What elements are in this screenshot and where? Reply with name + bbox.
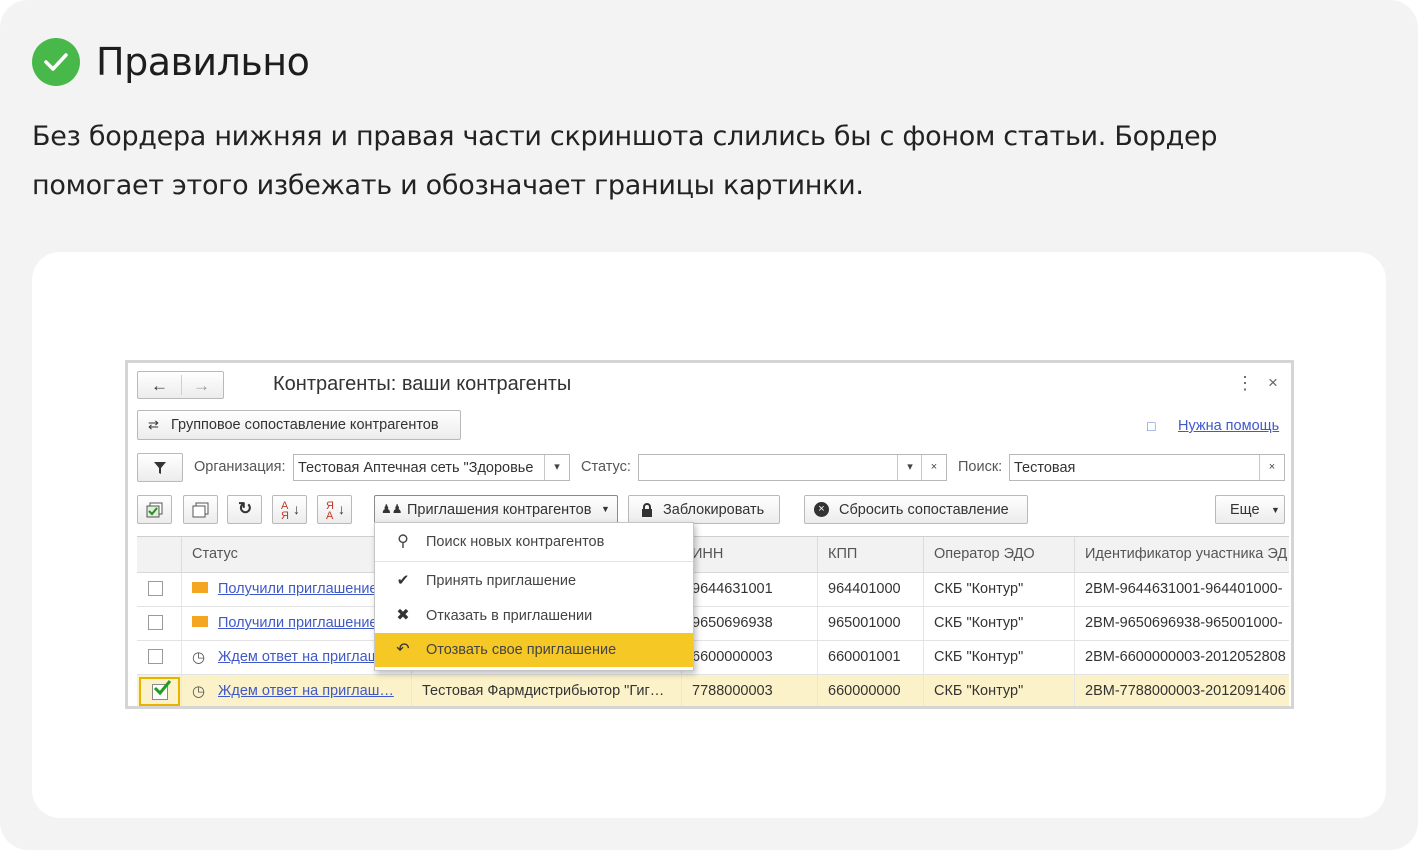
- sort-asc-button[interactable]: АЯ ↓: [272, 495, 307, 524]
- edo-id-cell: 2BM-9650696938-965001000-: [1085, 615, 1283, 631]
- select-all-button[interactable]: [137, 495, 172, 524]
- nav-buttons: ← →: [137, 371, 224, 399]
- clear-icon[interactable]: ×: [921, 455, 946, 480]
- operator-cell: СКБ "Контур": [924, 573, 1075, 606]
- block-button[interactable]: Заблокировать: [628, 495, 780, 524]
- kpp-cell: 660000000: [818, 675, 924, 706]
- operator-cell: СКБ "Контур": [924, 675, 1075, 706]
- status-link[interactable]: Ждем ответ на приглаш…: [218, 683, 394, 699]
- status-label: Статус:: [581, 459, 631, 475]
- chevron-down-icon: ▼: [1271, 505, 1280, 515]
- menu-item-decline[interactable]: ✖ Отказать в приглашении: [375, 599, 693, 633]
- more-vert-icon[interactable]: ⋮: [1236, 373, 1254, 394]
- sort-asc-icon: АЯ: [281, 500, 289, 522]
- back-arrow-icon[interactable]: ←: [151, 376, 168, 396]
- sort-desc-button[interactable]: ЯА ↓: [317, 495, 352, 524]
- close-icon[interactable]: ×: [1268, 373, 1278, 393]
- swap-icon: ⇄: [148, 417, 159, 432]
- search-label: Поиск:: [958, 459, 1003, 475]
- kpp-cell: 965001000: [818, 607, 924, 640]
- invitations-menu: ⚲ Поиск новых контрагентов ✔ Принять при…: [374, 522, 694, 671]
- counterparties-table: Статус ИНН КПП Оператор ЭДО Идентификато…: [137, 536, 1289, 706]
- status-link[interactable]: Получили приглашение: [218, 581, 378, 597]
- menu-divider: [375, 561, 693, 562]
- clock-icon: ◷: [192, 649, 206, 666]
- column-header-kpp[interactable]: КПП: [818, 537, 924, 572]
- status-link[interactable]: Получили приглашение: [218, 615, 378, 631]
- forward-arrow-icon[interactable]: →: [193, 376, 210, 396]
- help-link[interactable]: Нужна помощь: [1178, 418, 1279, 434]
- check-circle-icon: [32, 38, 80, 86]
- status-field[interactable]: ▾ ×: [638, 454, 947, 481]
- check-all-icon: [146, 502, 163, 518]
- envelope-icon: [192, 616, 208, 627]
- screenshot-frame: ← → Контрагенты: ваши контрагенты ⋮ × ⇄ …: [125, 360, 1294, 709]
- sort-desc-icon: ЯА: [326, 500, 334, 522]
- cross-icon: ✖: [396, 607, 410, 624]
- group-match-button[interactable]: ⇄ Групповое сопоставление контрагентов: [137, 410, 461, 440]
- edo-id-cell: 2BM-7788000003-2012091406: [1085, 683, 1286, 699]
- undo-icon: ↶: [396, 641, 410, 658]
- uncheck-all-icon: [192, 502, 209, 518]
- reset-match-button[interactable]: × Сбросить сопоставление: [804, 495, 1028, 524]
- kpp-cell: 660001001: [818, 641, 924, 674]
- search-input[interactable]: Тестовая ×: [1009, 454, 1285, 481]
- name-cell: Тестовая Фармдистрибьютор "Гиг…: [412, 675, 682, 706]
- column-header-inn[interactable]: ИНН: [682, 537, 818, 572]
- org-field[interactable]: Тестовая Аптечная сеть "Здоровье ▾: [293, 454, 570, 481]
- filter-button[interactable]: [137, 453, 183, 482]
- column-header-edo-id[interactable]: Идентификатор участника ЭД: [1075, 537, 1289, 572]
- dropdown-arrow-icon[interactable]: ▾: [897, 455, 922, 480]
- article-description: Без бордера нижняя и правая части скринш…: [32, 121, 1218, 201]
- menu-item-search-new[interactable]: ⚲ Поиск новых контрагентов: [375, 525, 693, 559]
- row-checkbox[interactable]: [148, 615, 163, 630]
- envelope-icon: [192, 582, 208, 593]
- dropdown-arrow-icon[interactable]: ▾: [544, 455, 569, 480]
- refresh-button[interactable]: ↻: [227, 495, 262, 524]
- search-icon: ⚲: [397, 533, 409, 550]
- clear-icon[interactable]: ×: [1259, 455, 1284, 480]
- org-label: Организация:: [194, 459, 286, 475]
- row-checkbox[interactable]: [148, 649, 163, 664]
- invitations-dropdown-button[interactable]: ♟♟ Приглашения контрагентов ▼: [374, 495, 618, 524]
- inn-cell: 7788000003: [682, 675, 818, 706]
- inn-cell: 9644631001: [682, 573, 818, 606]
- window-title: Контрагенты: ваши контрагенты: [273, 373, 572, 395]
- people-icon: ♟♟: [381, 502, 403, 516]
- cancel-circle-icon: ×: [814, 502, 829, 517]
- clock-icon: ◷: [192, 683, 206, 700]
- kpp-cell: 964401000: [818, 573, 924, 606]
- refresh-icon: ↻: [238, 499, 253, 518]
- chevron-down-icon: ▼: [601, 504, 610, 514]
- menu-item-accept[interactable]: ✔ Принять приглашение: [375, 564, 693, 598]
- table-row[interactable]: Получили приглашение 9644631001 96440100…: [137, 573, 1289, 607]
- inn-cell: 6600000003: [682, 641, 818, 674]
- more-button[interactable]: Еще ▼: [1215, 495, 1285, 524]
- table-row-selected[interactable]: ◷ Ждем ответ на приглаш… Тестовая Фармди…: [137, 675, 1289, 706]
- table-header: Статус ИНН КПП Оператор ЭДО Идентификато…: [137, 537, 1289, 573]
- check-icon: ✔: [396, 572, 410, 589]
- column-header-check: [137, 537, 182, 572]
- operator-cell: СКБ "Контур": [924, 607, 1075, 640]
- check-icon: [153, 680, 172, 696]
- article-block: Правильно Без бордера нижняя и правая ча…: [0, 0, 1418, 850]
- filter-icon: [154, 462, 166, 474]
- table-row[interactable]: Получили приглашение 9650696938 96500100…: [137, 607, 1289, 641]
- column-header-operator[interactable]: Оператор ЭДО: [924, 537, 1075, 572]
- lock-icon: [642, 503, 652, 517]
- table-row[interactable]: ◷ Ждем ответ на приглашение 6600000003 6…: [137, 641, 1289, 675]
- article-heading: Правильно: [96, 40, 310, 84]
- edo-id-cell: 2BM-9644631001-964401000-: [1085, 581, 1283, 597]
- chat-icon: □: [1147, 418, 1156, 434]
- menu-item-revoke[interactable]: ↶ Отозвать свое приглашение: [375, 633, 693, 667]
- edo-id-cell: 2BM-6600000003-2012052808: [1085, 649, 1286, 665]
- deselect-all-button[interactable]: [183, 495, 218, 524]
- operator-cell: СКБ "Контур": [924, 641, 1075, 674]
- row-checkbox[interactable]: [148, 581, 163, 596]
- row-checkbox-checked[interactable]: [139, 677, 180, 706]
- inn-cell: 9650696938: [682, 607, 818, 640]
